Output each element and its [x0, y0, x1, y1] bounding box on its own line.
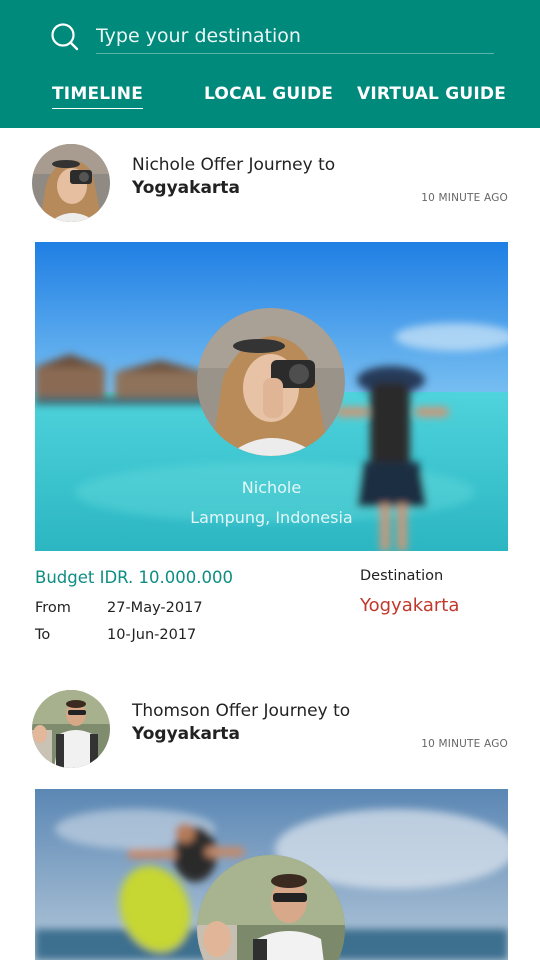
post-title-destination: Yogyakarta [132, 724, 240, 744]
tab-timeline-label: TIMELINE [52, 84, 144, 104]
budget-text: Budget IDR. 10.000.000 [35, 568, 233, 587]
from-date: 27-May-2017 [107, 600, 203, 616]
avatar[interactable] [32, 144, 110, 222]
post-title: Thomson Offer Journey to Yogyakarta [132, 700, 350, 746]
search-icon[interactable] [50, 22, 80, 52]
active-tab-indicator [52, 108, 144, 109]
post-banner[interactable] [35, 789, 508, 960]
post-title: Nichole Offer Journey to Yogyakarta [132, 154, 335, 200]
to-label: To [35, 627, 51, 643]
guide-avatar[interactable] [197, 308, 345, 456]
post-header: Nichole Offer Journey to Yogyakarta 10 M… [0, 144, 540, 234]
tab-virtual-guide[interactable]: VIRTUAL GUIDE [357, 84, 506, 108]
search-input[interactable] [96, 18, 494, 54]
to-date: 10-Jun-2017 [107, 627, 197, 643]
tab-virtual-guide-label: VIRTUAL GUIDE [357, 84, 507, 104]
destination-label: Destination [360, 568, 444, 584]
guide-location: Lampung, Indonesia [190, 508, 353, 527]
app-header: TIMELINE LOCAL GUIDE VIRTUAL GUIDE [0, 0, 540, 128]
tab-timeline[interactable]: TIMELINE [52, 84, 144, 109]
post-title-destination: Yogyakarta [132, 178, 240, 198]
post-header: Thomson Offer Journey to Yogyakarta 10 M… [0, 690, 540, 780]
tab-local-guide-label: LOCAL GUIDE [204, 84, 334, 104]
avatar[interactable] [32, 690, 110, 768]
destination-value: Yogyakarta [360, 595, 460, 616]
post-timestamp: 10 MINUTE AGO [421, 192, 508, 204]
tab-local-guide[interactable]: LOCAL GUIDE [204, 84, 333, 108]
guide-name: Nichole [241, 478, 302, 497]
from-label: From [35, 600, 71, 616]
post-banner[interactable]: Nichole Lampung, Indonesia [35, 242, 508, 551]
post-timestamp: 10 MINUTE AGO [421, 738, 508, 750]
post-title-text: Thomson Offer Journey to [132, 701, 351, 721]
post-title-text: Nichole Offer Journey to [132, 155, 336, 175]
